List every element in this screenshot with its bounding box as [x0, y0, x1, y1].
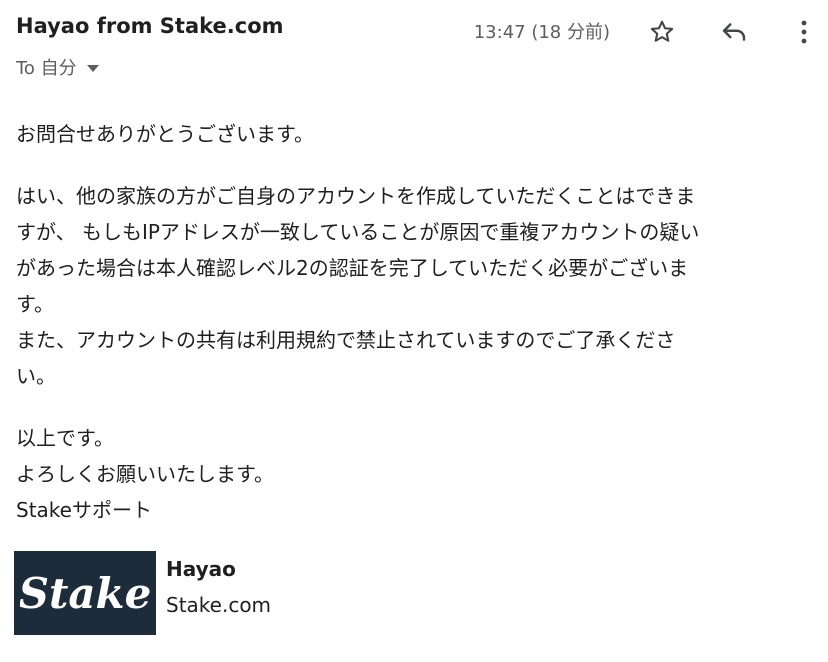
signature-name: Hayao — [166, 557, 236, 581]
star-button[interactable] — [642, 12, 682, 52]
email-signature: Stake Hayao Stake.com — [14, 551, 271, 635]
signature-details: Hayao Stake.com — [166, 551, 271, 635]
email-body: お問合せありがとうございます。 はい、他の家族の方がご自身のアカウントを作成して… — [16, 116, 806, 528]
stake-logo-wordmark: Stake — [20, 569, 150, 618]
greeting-text: お問合せありがとうございます。 — [16, 122, 314, 146]
email-timestamp: 13:47 (18 分前) — [473, 22, 610, 43]
signoff-line: Stakeサポート — [16, 498, 152, 522]
star-icon — [650, 20, 674, 42]
email-header: Hayao from Stake.com To 自分 13:47 (18 分前) — [0, 0, 828, 90]
recipient-label: To 自分 — [16, 58, 77, 79]
more-options-button[interactable] — [784, 12, 824, 52]
more-vert-icon — [801, 20, 807, 44]
chevron-down-icon — [86, 64, 99, 72]
stake-logo: Stake — [14, 551, 156, 635]
closing-line: よろしくお願いいたします。 — [16, 462, 274, 486]
main-paragraph: はい、他の家族の方がご自身のアカウントを作成していただくことはできま すが、 も… — [16, 184, 700, 388]
svg-text:Stake: Stake — [20, 569, 150, 618]
closing-line: 以上です。 — [16, 426, 114, 450]
reply-button[interactable] — [714, 12, 754, 52]
signature-company: Stake.com — [166, 593, 272, 617]
recipient-details-toggle[interactable]: To 自分 — [16, 54, 99, 80]
reply-icon — [722, 23, 746, 41]
sender-name[interactable]: Hayao from Stake.com — [16, 14, 284, 38]
